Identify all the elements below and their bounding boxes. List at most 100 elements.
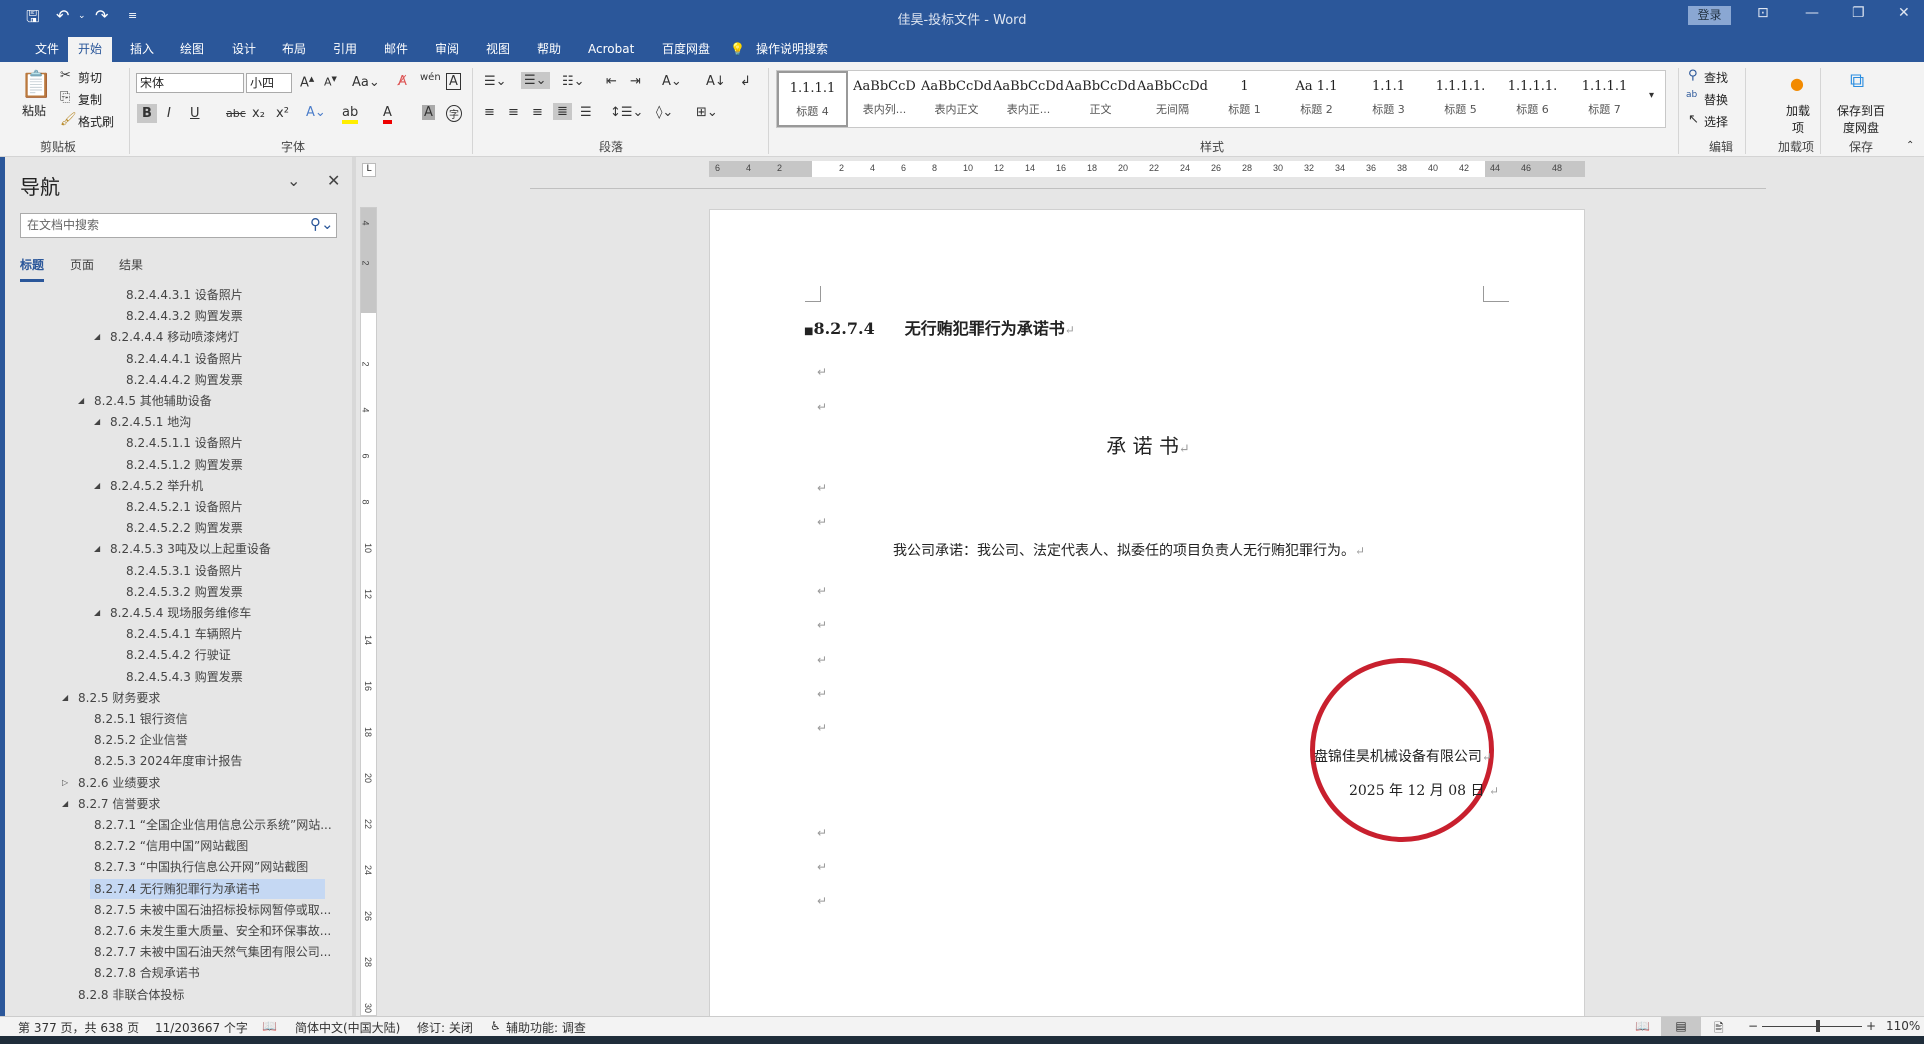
nav-heading-item[interactable]: 8.2.5 财务要求 — [74, 688, 160, 708]
nav-heading-item[interactable]: 8.2.4.4.3.1 设备照片 — [122, 285, 243, 305]
tab-design[interactable]: 设计 — [222, 37, 266, 62]
nav-heading-item[interactable]: 8.2.7.5 未被中国石油招标投标网暂停或取... — [90, 900, 331, 920]
page-count[interactable]: 第 377 页，共 638 页 — [18, 1019, 139, 1036]
nav-heading-item[interactable]: 8.2.4.5.4.3 购置发票 — [122, 667, 243, 687]
nav-heading-item[interactable]: 8.2.4.5.2.1 设备照片 — [122, 497, 243, 517]
nav-heading-item[interactable]: 8.2.6 业绩要求 — [74, 773, 160, 793]
document-page[interactable]: ■8.2.7.4 无行贿犯罪行为承诺书↵ 承 诺 书↵ 我公司承诺：我公司、法定代… — [709, 209, 1585, 1029]
superscript-button[interactable]: x² — [276, 106, 289, 121]
nav-tab-headings[interactable]: 标题 — [20, 256, 45, 282]
borders-icon[interactable]: ⊞⌄ — [696, 105, 718, 120]
tab-acrobat[interactable]: Acrobat — [578, 37, 644, 62]
character-shading-icon[interactable]: A — [422, 105, 435, 120]
nav-heading-item[interactable]: 8.2.4.5.1 地沟 — [106, 412, 191, 432]
line-spacing-icon[interactable]: ↕☰⌄ — [610, 105, 643, 120]
shading-icon[interactable]: ◊⌄ — [656, 105, 673, 120]
copy-button[interactable]: 复制 — [78, 91, 102, 108]
font-color-icon[interactable]: A — [383, 105, 392, 124]
tab-baidu-netdisk[interactable]: 百度网盘 — [652, 37, 720, 62]
format-painter-button[interactable]: 格式刷 — [78, 113, 114, 130]
tab-help[interactable]: 帮助 — [527, 37, 571, 62]
nav-heading-item[interactable]: 8.2.4.5.4.2 行驶证 — [122, 645, 231, 665]
asian-layout-icon[interactable]: A⌄ — [662, 74, 682, 89]
nav-heading-item[interactable]: 8.2.7 信誉要求 — [74, 794, 160, 814]
nav-heading-item[interactable]: 8.2.5.3 2024年度审计报告 — [90, 751, 242, 771]
nav-heading-item[interactable]: 8.2.7.2 “信用中国”网站截图 — [90, 836, 248, 856]
search-icon[interactable]: ⚲⌄ — [310, 215, 334, 233]
nav-heading-item[interactable]: 8.2.4.4.4 移动喷漆烤灯 — [106, 327, 239, 347]
nav-heading-item[interactable]: 8.2.4.5.3 3吨及以上起重设备 — [106, 539, 271, 559]
character-border-icon[interactable]: A — [446, 73, 461, 90]
nav-tab-pages[interactable]: 页面 — [70, 256, 94, 273]
collapse-ribbon-icon[interactable]: ⌃ — [1906, 140, 1914, 151]
underline-button[interactable]: U — [190, 106, 200, 121]
tab-home[interactable]: 开始 — [68, 37, 113, 62]
word-count[interactable]: 11/203667 个字 — [155, 1019, 248, 1036]
accessibility-status[interactable]: 辅助功能: 调查 — [506, 1019, 586, 1036]
nav-heading-item[interactable]: 8.2.4.4.3.2 购置发票 — [122, 306, 243, 326]
style-item[interactable]: 1.1.1.1. 标题 6 — [1497, 71, 1568, 127]
shrink-font-icon[interactable]: A▼ — [324, 75, 337, 89]
nav-heading-item[interactable]: 8.2.8 非联合体投标 — [74, 985, 184, 1005]
nav-heading-item[interactable]: 8.2.4.5.4.1 车辆照片 — [122, 624, 243, 644]
style-item[interactable]: AaBbCcDdI 正文 — [1065, 71, 1136, 127]
read-mode-icon[interactable]: 📖 — [1635, 1019, 1650, 1033]
styles-more-icon[interactable]: ▾ — [1649, 90, 1654, 101]
collapse-triangle-icon[interactable]: ◢ — [94, 481, 100, 490]
save-to-baidu-button[interactable]: 保存到百度网盘 — [1836, 102, 1886, 136]
grow-font-icon[interactable]: A▲ — [300, 75, 314, 90]
nav-heading-item[interactable]: 8.2.4.5.2.2 购置发票 — [122, 518, 243, 538]
nav-scrollbar[interactable] — [352, 157, 356, 1016]
expand-triangle-icon[interactable]: ▷ — [62, 778, 68, 787]
nav-heading-item[interactable]: 8.2.4.5.3.1 设备照片 — [122, 561, 243, 581]
sort-icon[interactable]: A↓ — [706, 74, 726, 89]
tab-layout[interactable]: 布局 — [272, 37, 316, 62]
vertical-ruler[interactable]: 4 2 2 4 6 8 10 12 14 16 18 20 22 24 26 28 30 — [360, 207, 377, 1016]
strikethrough-button[interactable]: abc — [226, 107, 246, 120]
zoom-level[interactable]: 110% — [1886, 1019, 1920, 1033]
distributed-icon[interactable]: ☰ — [580, 105, 592, 120]
multilevel-list-icon[interactable]: ☷⌄ — [562, 74, 585, 89]
bold-button[interactable]: B — [137, 104, 157, 123]
font-name-select[interactable]: 宋体 — [136, 73, 244, 93]
zoom-slider[interactable] — [1762, 1026, 1862, 1027]
nav-close-icon[interactable]: ✕ — [327, 171, 340, 190]
change-case-icon[interactable]: Aa⌄ — [352, 75, 380, 90]
highlight-color-icon[interactable]: ab — [342, 105, 359, 124]
phonetic-guide-icon[interactable]: wén — [420, 72, 441, 83]
nav-heading-item[interactable]: 8.2.4.5.1.2 购置发票 — [122, 455, 243, 475]
nav-heading-item[interactable]: 8.2.4.5.1.1 设备照片 — [122, 433, 243, 453]
nav-heading-item[interactable]: 8.2.7.6 未发生重大质量、安全和环保事故... — [90, 921, 331, 941]
print-layout-icon[interactable]: ▤ — [1661, 1017, 1701, 1036]
tab-references[interactable]: 引用 — [323, 37, 367, 62]
style-item[interactable]: 1 标题 1 — [1209, 71, 1280, 127]
text-effects-icon[interactable]: A⌄ — [306, 105, 326, 120]
collapse-triangle-icon[interactable]: ◢ — [94, 544, 100, 553]
nav-options-icon[interactable]: ⌄ — [287, 171, 300, 190]
clear-formatting-icon[interactable]: A̸ — [398, 74, 407, 89]
language[interactable]: 简体中文(中国大陆) — [295, 1019, 400, 1036]
zoom-slider-thumb[interactable] — [1815, 1020, 1820, 1032]
show-marks-icon[interactable]: ↲ — [740, 74, 751, 89]
nav-heading-item[interactable]: 8.2.7.1 “全国企业信用信息公示系统”网站... — [90, 815, 332, 835]
nav-heading-item[interactable]: 8.2.7.3 “中国执行信息公开网”网站截图 — [90, 857, 308, 877]
collapse-triangle-icon[interactable]: ◢ — [78, 396, 84, 405]
horizontal-ruler[interactable]: 6 4 2 2 4 6 8 10 12 14 16 18 20 22 24 26 28 30 32 34 36 38 40 4… — [709, 161, 1585, 177]
bullets-icon[interactable]: ☰⌄ — [484, 74, 507, 89]
nav-heading-item[interactable]: 8.2.4.5 其他辅助设备 — [90, 391, 212, 411]
find-button[interactable]: 查找 — [1704, 69, 1728, 86]
tab-draw[interactable]: 绘图 — [170, 37, 214, 62]
collapse-triangle-icon[interactable]: ◢ — [94, 608, 100, 617]
proofing-icon[interactable]: 📖 — [262, 1019, 277, 1033]
tab-insert[interactable]: 插入 — [120, 37, 164, 62]
ribbon-display-icon[interactable]: ⊡ — [1757, 5, 1769, 21]
subscript-button[interactable]: x₂ — [252, 106, 265, 121]
nav-heading-item[interactable]: 8.2.4.4.4.2 购置发票 — [122, 370, 243, 390]
nav-heading-item[interactable]: 8.2.7.7 未被中国石油天然气集团有限公司... — [90, 942, 331, 962]
nav-heading-item[interactable]: 8.2.7.8 合规承诺书 — [90, 963, 200, 983]
align-right-icon[interactable]: ≡ — [532, 105, 543, 120]
align-center-icon[interactable]: ≡ — [508, 105, 519, 120]
style-item[interactable]: 1.1.1.1 标题 7 — [1569, 71, 1640, 127]
enclose-characters-icon[interactable]: 字 — [446, 105, 462, 122]
collapse-triangle-icon[interactable]: ◢ — [94, 332, 100, 341]
